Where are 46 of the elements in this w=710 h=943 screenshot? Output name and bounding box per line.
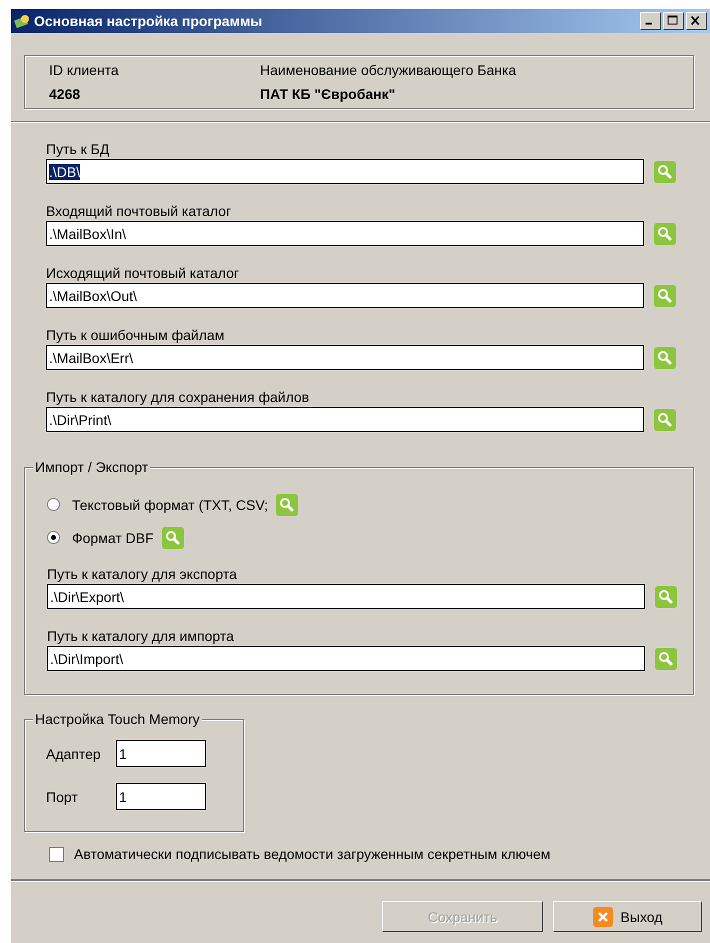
- path-field[interactable]: .\MailBox\Out\: [46, 283, 644, 308]
- radio-button[interactable]: [47, 498, 60, 511]
- field-label: Путь к БД: [46, 140, 110, 159]
- window-title: Основная настройка программы: [34, 13, 264, 29]
- radio-button[interactable]: [47, 531, 60, 544]
- search-icon[interactable]: [654, 284, 676, 306]
- money-icon: [14, 13, 30, 29]
- field-label: Порт: [46, 788, 79, 804]
- close-icon: [592, 906, 613, 926]
- input-field[interactable]: 1: [116, 783, 206, 810]
- group-title: Настройка Touch Memory: [33, 711, 202, 728]
- search-icon[interactable]: [655, 586, 677, 608]
- search-icon[interactable]: [276, 494, 298, 516]
- field-label: Путь к каталогу для импорта: [47, 627, 235, 646]
- group-title: Импорт / Экспорт: [33, 459, 150, 476]
- maximize-icon[interactable]: [663, 12, 684, 30]
- exit-button[interactable]: Выход: [553, 901, 702, 932]
- field-label: Путь к каталогу для сохранения файлов: [46, 388, 310, 407]
- checkbox-label[interactable]: Автоматически подписывать ведомости загруженным секретным ключем: [74, 846, 550, 862]
- search-icon[interactable]: [654, 346, 676, 368]
- field-label: Путь к ошибочным файлам: [46, 326, 226, 345]
- path-field[interactable]: .\MailBox\Err\: [46, 345, 644, 370]
- path-field[interactable]: .\DB\: [46, 159, 644, 184]
- field-label: Адаптер: [46, 746, 102, 762]
- close-icon[interactable]: [686, 12, 707, 30]
- search-icon[interactable]: [654, 160, 676, 182]
- search-icon[interactable]: [654, 408, 676, 430]
- checkbox[interactable]: [49, 846, 64, 862]
- input-field[interactable]: 1: [116, 740, 206, 767]
- path-field[interactable]: .\Dir\Print\: [46, 407, 644, 432]
- radio-label[interactable]: Формат DBF: [72, 530, 154, 546]
- path-field[interactable]: .\MailBox\In\: [46, 221, 644, 246]
- search-icon[interactable]: [162, 526, 184, 548]
- search-icon[interactable]: [654, 222, 676, 244]
- path-field[interactable]: .\Dir\Export\: [47, 584, 645, 609]
- path-field[interactable]: .\Dir\Import\: [47, 646, 645, 671]
- field-label: Исходящий почтовый каталог: [46, 264, 240, 283]
- bank-label: Наименование обслуживающего Банка: [260, 62, 518, 80]
- field-label: Путь к каталогу для экспорта: [47, 565, 238, 584]
- field-label: Входящий почтовый каталог: [46, 202, 232, 221]
- client-id: 4268: [49, 86, 82, 104]
- bank-name: ПАТ КБ "Євробанк": [260, 86, 396, 104]
- minimize-icon[interactable]: [640, 12, 661, 30]
- id-label: ID клиента: [49, 62, 120, 80]
- search-icon[interactable]: [655, 648, 677, 670]
- radio-label[interactable]: Текстовый формат (TXT, CSV;: [72, 496, 268, 512]
